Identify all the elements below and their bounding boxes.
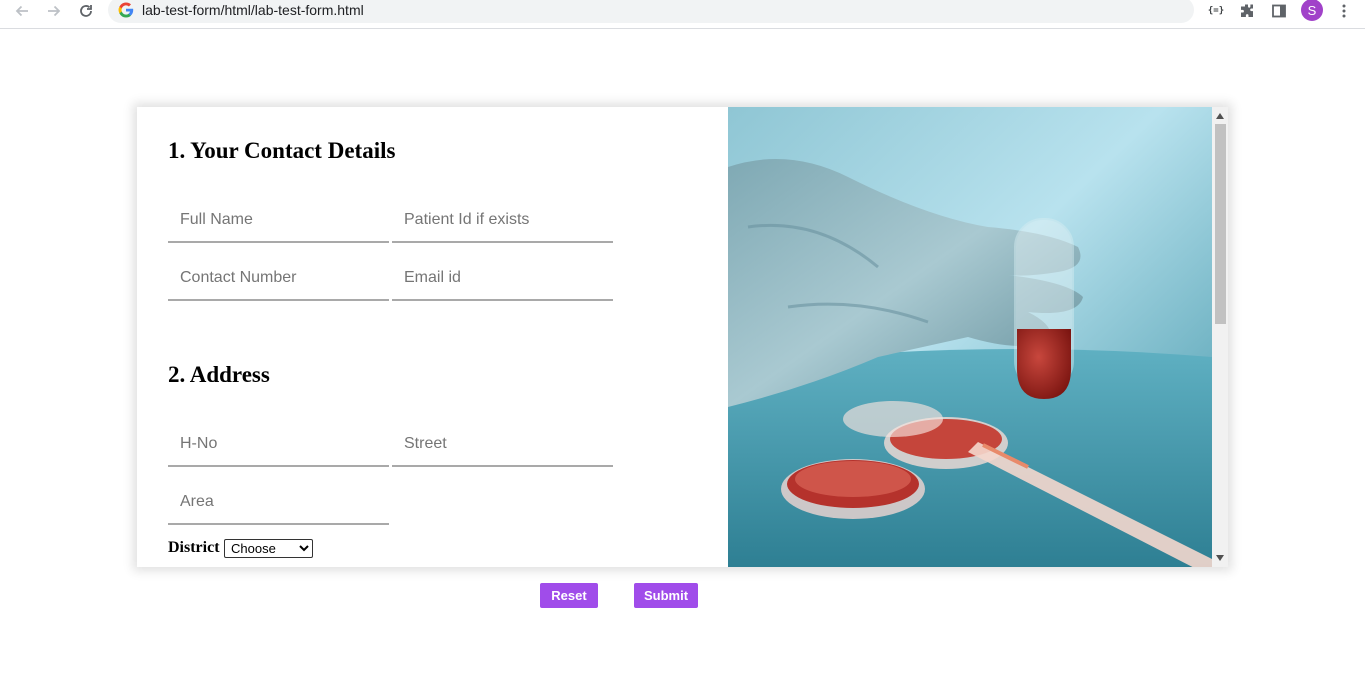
back-arrow-icon[interactable] xyxy=(10,0,34,22)
form-pane: 1. Your Contact Details 2. Address Distr… xyxy=(137,107,728,567)
side-panel-icon[interactable] xyxy=(1270,2,1288,20)
reset-button[interactable]: Reset xyxy=(540,583,598,608)
contact-number-input[interactable] xyxy=(168,256,389,301)
scroll-down-arrow-icon[interactable] xyxy=(1212,551,1228,565)
scroll-up-arrow-icon[interactable] xyxy=(1212,109,1228,123)
browser-toolbar: lab-test-form/html/lab-test-form.html {=… xyxy=(0,0,1365,29)
forward-arrow-icon[interactable] xyxy=(42,0,66,22)
street-input[interactable] xyxy=(392,422,613,467)
email-input[interactable] xyxy=(392,256,613,301)
district-label: District xyxy=(168,539,220,556)
area-input[interactable] xyxy=(168,480,389,525)
extensions-icon[interactable] xyxy=(1238,2,1256,20)
profile-avatar[interactable]: S xyxy=(1301,0,1323,21)
lab-sample-photo xyxy=(728,107,1212,567)
json-viewer-extension-icon[interactable]: {=} xyxy=(1207,2,1225,20)
full-name-input[interactable] xyxy=(168,198,389,243)
image-scrollbar[interactable] xyxy=(1212,107,1228,567)
address-bar[interactable]: lab-test-form/html/lab-test-form.html xyxy=(108,0,1194,23)
submit-button[interactable]: Submit xyxy=(634,583,698,608)
district-select[interactable]: Choose xyxy=(224,539,313,558)
house-number-input[interactable] xyxy=(168,422,389,467)
lab-test-form-card: 1. Your Contact Details 2. Address Distr… xyxy=(137,107,1228,567)
patient-id-input[interactable] xyxy=(392,198,613,243)
contact-details-heading: 1. Your Contact Details xyxy=(168,138,396,163)
google-icon xyxy=(118,2,134,18)
reload-icon[interactable] xyxy=(74,0,98,22)
more-menu-icon[interactable] xyxy=(1335,2,1353,20)
address-heading: 2. Address xyxy=(168,362,270,387)
url-text: lab-test-form/html/lab-test-form.html xyxy=(142,2,364,18)
scrollbar-thumb[interactable] xyxy=(1215,124,1226,324)
